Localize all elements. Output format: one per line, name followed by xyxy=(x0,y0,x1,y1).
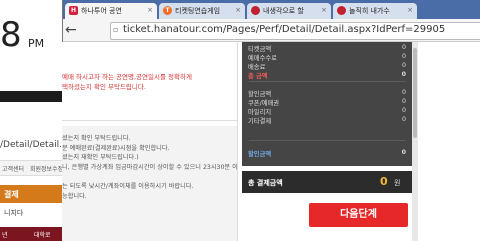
url-text[interactable]: ticket.hanatour.com/Pages/Perf/Detail/De… xyxy=(123,24,445,35)
tab-bar: H 하나투어 공연 × T 티켓팅연습게임 × 내생각으로 할 × 놀직히 내가… xyxy=(63,0,480,19)
background-footer-item: 년 xyxy=(2,232,8,239)
background-nav: 고객센터 회원정보수정 xyxy=(0,160,63,176)
tab-title: 내생각으로 할 xyxy=(263,7,304,15)
row-label: 총 금액 xyxy=(248,73,268,80)
tab-title: 하나투어 공연 xyxy=(81,7,122,15)
total-payment-label: 총 결제금액 xyxy=(248,179,283,187)
row-value: 0 xyxy=(401,149,406,156)
close-icon[interactable]: × xyxy=(407,6,413,14)
tab-community-2[interactable]: 놀직히 내가수 × xyxy=(333,3,417,19)
scrollbar-thumb[interactable] xyxy=(413,48,417,138)
background-orange-label[interactable]: 결제 xyxy=(4,189,19,200)
row-label: 티켓금액 xyxy=(248,46,272,53)
close-icon[interactable]: × xyxy=(147,6,153,14)
row-value: 0 xyxy=(401,62,406,69)
site-icon xyxy=(337,6,346,15)
row-value: 0 xyxy=(401,116,406,123)
total-payment-unit: 원 xyxy=(394,179,401,187)
row-value: 0 xyxy=(401,71,406,78)
page-icon: ▫ xyxy=(113,25,119,34)
background-footer-item: 대학로 xyxy=(34,232,51,239)
back-arrow-icon[interactable]: ← xyxy=(65,22,77,38)
tab-community-1[interactable]: 내생각으로 할 × xyxy=(247,3,331,19)
site-icon xyxy=(251,6,260,15)
row-value: 0 xyxy=(401,107,406,114)
clock-time: 8 xyxy=(0,15,22,55)
background-sub-text: 니지다 xyxy=(4,209,24,217)
divider xyxy=(249,140,406,141)
tab-ticketing-practice[interactable]: T 티켓팅연습게임 × xyxy=(159,3,245,19)
tab-hanatour[interactable]: H 하나투어 공연 × xyxy=(65,3,157,19)
row-label: 예매수수료 xyxy=(248,55,277,62)
background-nav-item[interactable]: 회원정보수정 xyxy=(30,164,63,173)
background-footer: 년 대학로 xyxy=(0,227,62,241)
row-label: 마일리지 xyxy=(248,109,272,116)
close-icon[interactable]: × xyxy=(321,6,327,14)
hanatour-icon: H xyxy=(69,6,78,15)
ticketing-icon: T xyxy=(163,6,172,15)
background-nav-item[interactable]: 고객센터 xyxy=(2,164,24,173)
tab-title: 티켓팅연습게임 xyxy=(175,7,221,15)
tab-title: 놀직히 내가수 xyxy=(349,7,390,15)
row-value: 0 xyxy=(401,98,406,105)
total-payment-value: 0 xyxy=(380,175,388,188)
row-label: 배송료 xyxy=(248,64,266,71)
divider xyxy=(249,81,406,82)
close-icon[interactable]: × xyxy=(235,6,241,14)
clock-ampm: PM xyxy=(28,37,45,50)
row-label: 쿠폰/예매권 xyxy=(248,100,280,107)
next-step-button[interactable]: 다음단계 xyxy=(309,203,408,227)
row-label: 할인금액 xyxy=(248,91,272,98)
row-value: 0 xyxy=(401,89,406,96)
row-label: 기타결제 xyxy=(248,118,272,125)
row-value: 0 xyxy=(401,53,406,60)
row-label: 할인금액 xyxy=(248,151,272,158)
row-value: 0 xyxy=(401,44,406,51)
